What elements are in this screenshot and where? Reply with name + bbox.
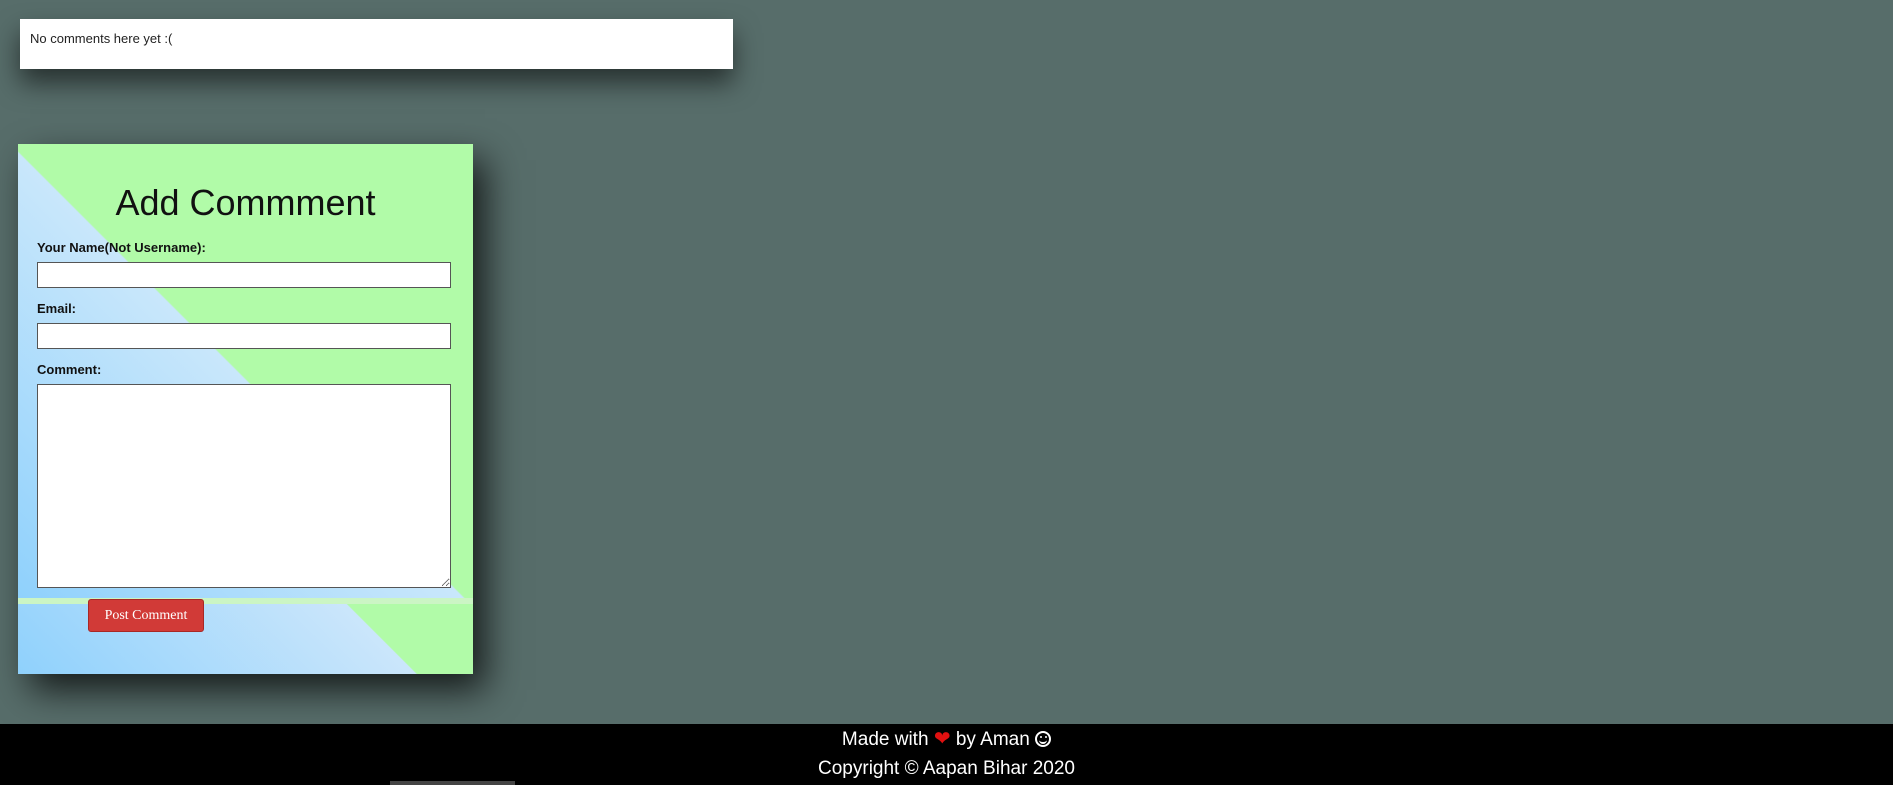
made-with-text: Made with (841, 729, 929, 750)
name-label: Your Name(Not Username): (37, 240, 206, 255)
heart-icon: ❤ (933, 728, 951, 750)
comments-box: No comments here yet :( (20, 19, 733, 69)
form-button-area (18, 598, 473, 674)
comment-textarea[interactable] (37, 384, 451, 588)
email-label: Email: (37, 301, 77, 316)
by-author-text: by Aman (955, 729, 1030, 750)
email-input[interactable] (37, 323, 451, 349)
horizontal-scrollbar[interactable] (390, 781, 515, 785)
smile-icon (1035, 731, 1052, 747)
footer-copyright: Copyright © Aapan Bihar 2020 (818, 758, 1075, 779)
comment-label: Comment: (37, 362, 102, 377)
post-comment-button[interactable]: Post Comment (88, 599, 204, 632)
no-comments-message: No comments here yet :( (30, 31, 173, 46)
form-area: Add Commment Your Name(Not Username): Em… (18, 144, 473, 598)
footer: Made with ❤ by Aman Copyright © Aapan Bi… (0, 724, 1893, 785)
add-comment-card: Add Commment Your Name(Not Username): Em… (18, 144, 473, 674)
form-title: Add Commment (115, 182, 376, 223)
footer-credit: Made with ❤ by Aman (0, 724, 1893, 754)
name-input[interactable] (37, 262, 451, 288)
